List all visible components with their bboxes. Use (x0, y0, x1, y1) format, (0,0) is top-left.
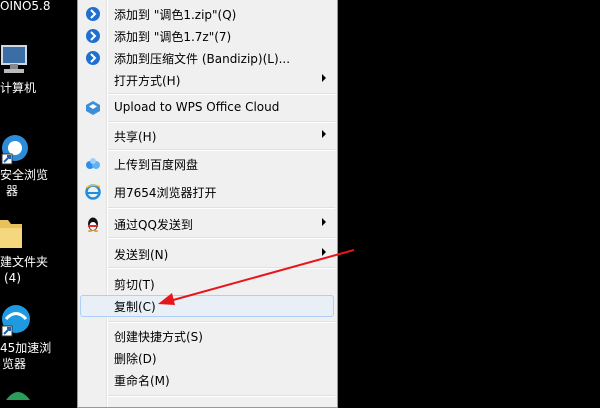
annotation-arrow-icon (158, 249, 355, 305)
